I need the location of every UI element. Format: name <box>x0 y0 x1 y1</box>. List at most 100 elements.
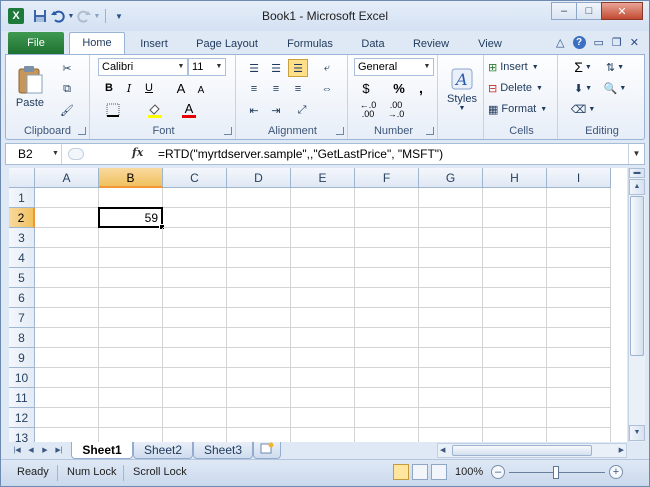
row-header-11[interactable]: 11 <box>9 388 35 408</box>
insert-sheet-icon[interactable] <box>253 442 281 459</box>
cell-e10[interactable] <box>291 368 355 388</box>
chevron-down-icon[interactable]: ▼ <box>52 144 59 164</box>
cell-g8[interactable] <box>419 328 483 348</box>
worksheet-grid[interactable]: ABCDEFGHI 1 2 3 4 5 6 7 8 9 10 11 12 13 59 <box>9 168 627 442</box>
alignment-launcher-icon[interactable] <box>336 127 344 135</box>
cell-f12[interactable] <box>355 408 419 428</box>
align-left-icon[interactable]: ≡ <box>244 80 264 98</box>
cut-icon[interactable]: ✂ <box>56 59 78 77</box>
cell-c7[interactable] <box>163 308 227 328</box>
zoom-level[interactable]: 100% <box>455 466 483 478</box>
tab-data[interactable]: Data <box>353 34 393 54</box>
cell-e5[interactable] <box>291 268 355 288</box>
cell-b6[interactable] <box>99 288 163 308</box>
cell-b13[interactable] <box>99 428 163 442</box>
minimize-button[interactable]: – <box>551 2 577 20</box>
comma-button[interactable]: , <box>412 79 430 97</box>
cell-e2[interactable] <box>291 208 355 228</box>
bold-button[interactable]: B <box>100 79 118 97</box>
cell-f8[interactable] <box>355 328 419 348</box>
fill-color-icon[interactable] <box>142 101 168 119</box>
cell-a1[interactable] <box>35 188 99 208</box>
cell-g10[interactable] <box>419 368 483 388</box>
row-header-1[interactable]: 1 <box>9 188 35 208</box>
cell-i5[interactable] <box>547 268 611 288</box>
normal-view-icon[interactable] <box>393 464 409 480</box>
cell-d5[interactable] <box>227 268 291 288</box>
cell-a13[interactable] <box>35 428 99 442</box>
cell-a8[interactable] <box>35 328 99 348</box>
scroll-down-icon[interactable]: ▼ <box>629 425 645 441</box>
cell-e11[interactable] <box>291 388 355 408</box>
cell-f6[interactable] <box>355 288 419 308</box>
column-header-g[interactable]: G <box>419 168 483 188</box>
cell-g9[interactable] <box>419 348 483 368</box>
insert-function-icon[interactable]: fx <box>132 146 143 159</box>
row-header-3[interactable]: 3 <box>9 228 35 248</box>
cell-h3[interactable] <box>483 228 547 248</box>
cell-d6[interactable] <box>227 288 291 308</box>
cell-b12[interactable] <box>99 408 163 428</box>
cell-g5[interactable] <box>419 268 483 288</box>
tab-view[interactable]: View <box>467 34 513 54</box>
cell-e12[interactable] <box>291 408 355 428</box>
maximize-button[interactable]: □ <box>576 2 602 20</box>
workbook-restore-icon[interactable]: ❐ <box>612 36 622 49</box>
cell-g6[interactable] <box>419 288 483 308</box>
cell-c2[interactable] <box>163 208 227 228</box>
cell-a11[interactable] <box>35 388 99 408</box>
cell-g2[interactable] <box>419 208 483 228</box>
styles-button[interactable]: A Styles ▼ <box>444 59 480 119</box>
cell-i9[interactable] <box>547 348 611 368</box>
italic-button[interactable]: I <box>120 79 138 97</box>
cell-h13[interactable] <box>483 428 547 442</box>
last-sheet-icon[interactable]: ▶| <box>53 444 65 457</box>
sheet-tab-3[interactable]: Sheet3 <box>193 442 253 459</box>
cell-b11[interactable] <box>99 388 163 408</box>
find-select-icon[interactable]: 🔍 ▼ <box>600 79 630 97</box>
cell-c4[interactable] <box>163 248 227 268</box>
cell-i13[interactable] <box>547 428 611 442</box>
grow-font-button[interactable]: A <box>172 79 190 97</box>
cell-f2[interactable] <box>355 208 419 228</box>
column-header-h[interactable]: H <box>483 168 547 188</box>
cell-a4[interactable] <box>35 248 99 268</box>
row-header-4[interactable]: 4 <box>9 248 35 268</box>
cell-e6[interactable] <box>291 288 355 308</box>
cell-d8[interactable] <box>227 328 291 348</box>
tab-file[interactable]: File <box>8 32 64 54</box>
workbook-minimize-icon[interactable]: ▭ <box>594 36 604 49</box>
page-layout-view-icon[interactable] <box>412 464 428 480</box>
align-right-icon[interactable]: ≡ <box>288 80 308 98</box>
align-center-icon[interactable]: ≡ <box>266 80 286 98</box>
cell-i10[interactable] <box>547 368 611 388</box>
cell-f5[interactable] <box>355 268 419 288</box>
column-header-e[interactable]: E <box>291 168 355 188</box>
scroll-right-icon[interactable]: ▶ <box>619 444 624 457</box>
cell-i12[interactable] <box>547 408 611 428</box>
active-cell-b2[interactable]: 59 <box>98 207 163 228</box>
cell-f7[interactable] <box>355 308 419 328</box>
cell-g11[interactable] <box>419 388 483 408</box>
borders-icon[interactable] <box>100 101 126 119</box>
cell-g7[interactable] <box>419 308 483 328</box>
help-icon[interactable]: ? <box>572 36 586 49</box>
cell-b4[interactable] <box>99 248 163 268</box>
zoom-out-button[interactable]: – <box>491 465 505 479</box>
fill-icon[interactable]: ⬇ ▼ <box>568 79 598 97</box>
cell-d4[interactable] <box>227 248 291 268</box>
vertical-scroll-thumb[interactable] <box>630 196 644 356</box>
cell-d3[interactable] <box>227 228 291 248</box>
clipboard-launcher-icon[interactable] <box>78 127 86 135</box>
cell-c6[interactable] <box>163 288 227 308</box>
merge-center-icon[interactable]: ⇔ <box>316 80 338 98</box>
close-button[interactable]: ✕ <box>601 2 643 20</box>
sheet-tab-2[interactable]: Sheet2 <box>133 442 193 459</box>
cell-h5[interactable] <box>483 268 547 288</box>
formula-input[interactable]: =RTD("myrtdserver.sample",,"GetLastPrice… <box>158 144 443 164</box>
cell-c12[interactable] <box>163 408 227 428</box>
cell-h9[interactable] <box>483 348 547 368</box>
column-header-i[interactable]: I <box>547 168 611 188</box>
cell-f4[interactable] <box>355 248 419 268</box>
cell-b10[interactable] <box>99 368 163 388</box>
